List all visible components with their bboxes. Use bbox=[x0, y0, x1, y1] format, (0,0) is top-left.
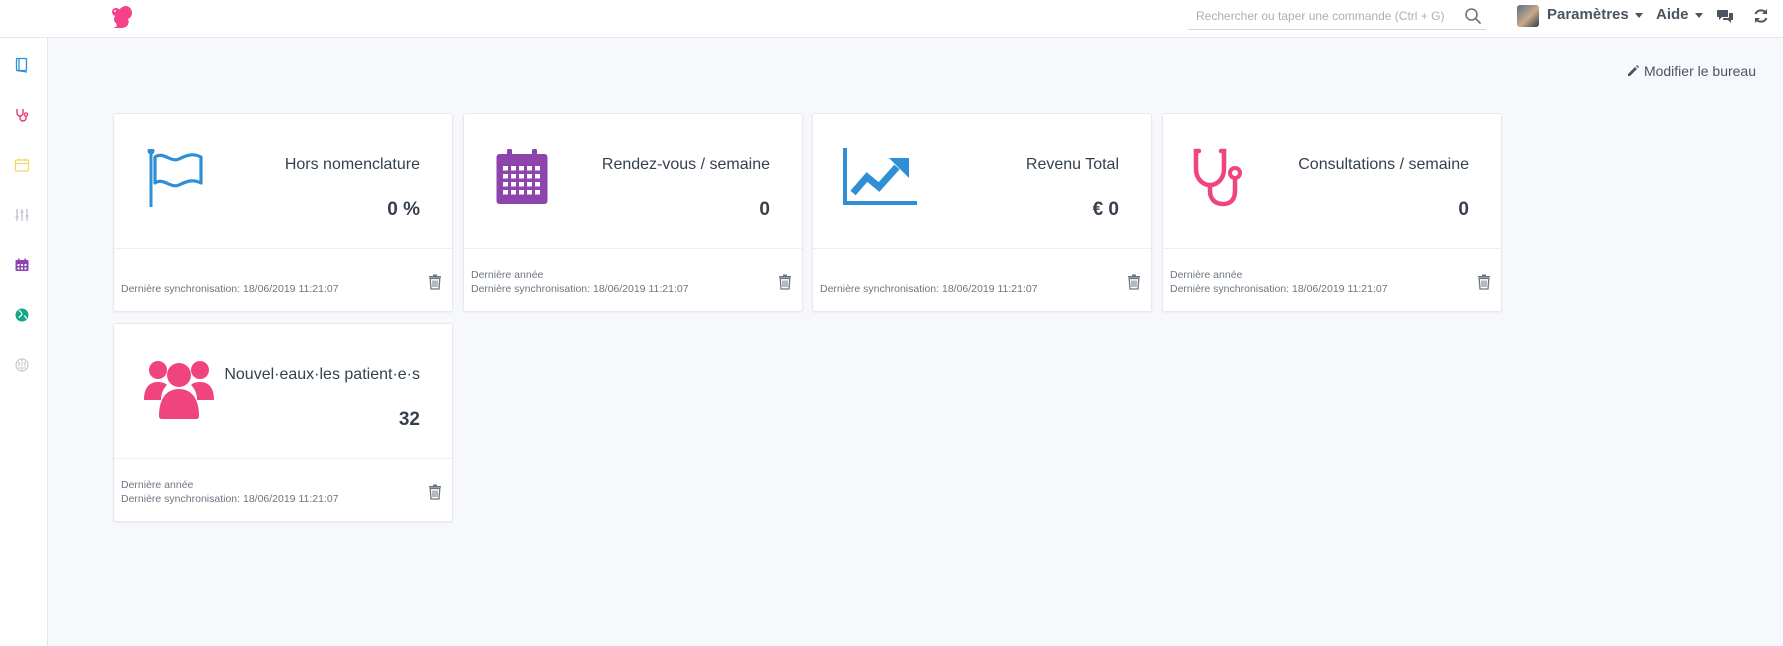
flag-icon bbox=[147, 149, 203, 207]
card-consultations[interactable]: Consultations / semaine 0 Dernière année… bbox=[1162, 113, 1502, 312]
card-sync: Dernière synchronisation: 18/06/2019 11:… bbox=[121, 283, 339, 295]
calendar-icon bbox=[496, 149, 548, 204]
trash-icon[interactable] bbox=[428, 484, 442, 500]
card-hors-nomenclature[interactable]: Hors nomenclature 0 % Dernière synchroni… bbox=[113, 113, 453, 312]
card-body: Nouvel·eaux·les patient·e·s 32 bbox=[114, 324, 452, 459]
card-period: Dernière année bbox=[121, 479, 194, 491]
settings-label: Paramètres bbox=[1547, 6, 1629, 23]
card-value: € 0 bbox=[1092, 199, 1119, 220]
calendar-grid-icon[interactable] bbox=[14, 257, 30, 273]
card-body: Hors nomenclature 0 % bbox=[114, 114, 452, 249]
card-value: 32 bbox=[398, 409, 420, 430]
card-title: Hors nomenclature bbox=[284, 156, 420, 173]
card-sync: Dernière synchronisation: 18/06/2019 11:… bbox=[820, 283, 1038, 295]
card-footer: Dernière synchronisation: 18/06/2019 11:… bbox=[820, 282, 1038, 296]
card-footer: Dernière synchronisation: 18/06/2019 11:… bbox=[121, 282, 339, 296]
search-input[interactable] bbox=[1188, 4, 1448, 28]
card-sync: Dernière synchronisation: 18/06/2019 11:… bbox=[121, 493, 339, 505]
card-body: Consultations / semaine 0 bbox=[1163, 114, 1501, 249]
card-value: 0 bbox=[1458, 199, 1469, 220]
squirrel-logo-icon[interactable] bbox=[107, 3, 135, 31]
sidebar bbox=[0, 38, 48, 646]
stethoscope-icon[interactable] bbox=[14, 107, 30, 123]
card-period: Dernière année bbox=[471, 269, 544, 281]
refresh-icon[interactable] bbox=[1752, 7, 1770, 25]
card-value: 0 bbox=[759, 199, 770, 220]
card-footer: Dernière année Dernière synchronisation:… bbox=[121, 478, 339, 506]
card-nouveaux-patients[interactable]: Nouvel·eaux·les patient·e·s 32 Dernière … bbox=[113, 323, 453, 522]
brain-icon[interactable] bbox=[14, 357, 30, 373]
card-sync: Dernière synchronisation: 18/06/2019 11:… bbox=[1170, 283, 1388, 295]
trash-icon[interactable] bbox=[778, 274, 792, 290]
card-rendez-vous[interactable]: Rendez-vous / semaine 0 Dernière année D… bbox=[463, 113, 803, 312]
card-footer: Dernière année Dernière synchronisation:… bbox=[471, 268, 689, 296]
book-icon[interactable] bbox=[14, 57, 30, 73]
card-sync: Dernière synchronisation: 18/06/2019 11:… bbox=[471, 283, 689, 295]
chevron-down-icon bbox=[1634, 13, 1643, 18]
card-footer: Dernière année Dernière synchronisation:… bbox=[1170, 268, 1388, 296]
help-menu[interactable]: Aide bbox=[1656, 6, 1703, 23]
chevron-down-icon bbox=[1694, 13, 1703, 18]
pencil-icon bbox=[1627, 65, 1639, 76]
settings-menu[interactable]: Paramètres bbox=[1547, 6, 1643, 23]
card-body: Revenu Total € 0 bbox=[813, 114, 1151, 249]
chart-line-icon bbox=[843, 148, 917, 205]
card-title: Revenu Total bbox=[1025, 156, 1119, 173]
card-revenu-total[interactable]: Revenu Total € 0 Dernière synchronisatio… bbox=[812, 113, 1152, 312]
edit-desk-label: Modifier le bureau bbox=[1643, 63, 1756, 79]
edit-desk-button[interactable]: Modifier le bureau bbox=[1626, 63, 1756, 79]
card-value: 0 % bbox=[387, 199, 420, 220]
help-label: Aide bbox=[1656, 6, 1689, 23]
stethoscope-icon bbox=[1193, 148, 1242, 207]
trash-icon[interactable] bbox=[1127, 274, 1141, 290]
user-avatar[interactable] bbox=[1517, 5, 1539, 27]
globe-icon[interactable] bbox=[14, 307, 30, 323]
card-body: Rendez-vous / semaine 0 bbox=[464, 114, 802, 249]
card-title: Rendez-vous / semaine bbox=[601, 156, 770, 173]
card-period: Dernière année bbox=[1170, 269, 1243, 281]
calendar-icon[interactable] bbox=[14, 157, 30, 173]
card-title: Nouvel·eaux·les patient·e·s bbox=[224, 366, 420, 383]
trash-icon[interactable] bbox=[1477, 274, 1491, 290]
top-navbar: Paramètres Aide bbox=[0, 0, 1783, 38]
trash-icon[interactable] bbox=[428, 274, 442, 290]
search-bar[interactable] bbox=[1188, 4, 1486, 30]
sliders-icon[interactable] bbox=[14, 207, 30, 223]
comments-icon[interactable] bbox=[1716, 7, 1734, 25]
card-title: Consultations / semaine bbox=[1298, 156, 1469, 173]
search-icon[interactable] bbox=[1464, 7, 1482, 25]
users-icon bbox=[144, 361, 214, 419]
